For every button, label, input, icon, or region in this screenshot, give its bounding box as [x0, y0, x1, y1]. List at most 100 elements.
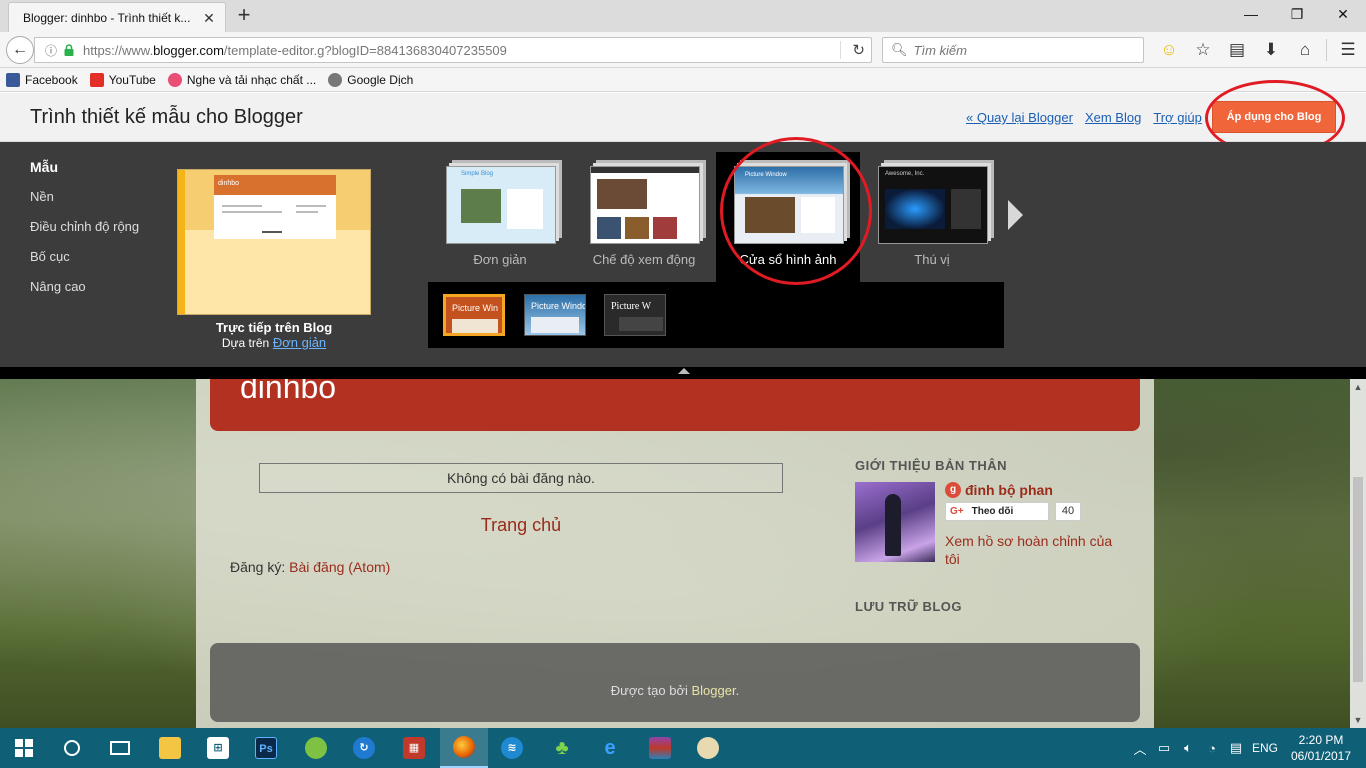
variant-1[interactable]: Picture Win: [443, 294, 505, 336]
preview-line: [262, 231, 282, 233]
preview-scrollbar[interactable]: ▲ ▼: [1350, 379, 1366, 728]
preview-line: [296, 211, 318, 213]
toolbar-separator: [1326, 39, 1327, 61]
menu-hamburger-icon[interactable]: ☰: [1331, 38, 1365, 62]
home-link[interactable]: Trang chủ: [259, 515, 783, 536]
search-taskbar-button[interactable]: [48, 728, 96, 768]
view-blog-link[interactable]: Xem Blog: [1085, 110, 1141, 125]
taskbar-refresh-app[interactable]: ↻: [340, 728, 388, 768]
search-input[interactable]: [913, 42, 1134, 58]
url-text[interactable]: https://www.blogger.com/template-editor.…: [83, 43, 507, 58]
bookmark-facebook[interactable]: Facebook: [6, 72, 78, 87]
sidebar-item-background[interactable]: Nền: [30, 188, 139, 218]
scroll-up-icon[interactable]: ▲: [1350, 379, 1366, 395]
youtube-icon: [89, 72, 104, 87]
minimize-icon[interactable]: —: [1228, 0, 1274, 30]
variant-page: [531, 317, 579, 333]
thumbnail-photo: [885, 189, 945, 229]
annotation-circle-template: [720, 137, 872, 285]
back-arrow-icon[interactable]: ←: [6, 36, 34, 64]
blog-title[interactable]: dinhbo: [240, 379, 336, 406]
template-simple[interactable]: Simple Blog Đơn giản: [428, 152, 572, 282]
notification-icon[interactable]: ▤: [1224, 740, 1248, 756]
blog-preview: dinhbo Không có bài đăng nào. Trang chủ …: [0, 379, 1366, 728]
chevron-up-icon[interactable]: ︿: [1128, 739, 1152, 758]
sidebar-item-templates[interactable]: Mẫu: [30, 158, 139, 188]
taskbar-photoshop[interactable]: Ps: [242, 728, 290, 768]
thumbnail-photo: [625, 217, 649, 239]
bookmark-label: Facebook: [25, 72, 78, 87]
bookmark-youtube[interactable]: YouTube: [89, 72, 156, 87]
browser-tab-blogger[interactable]: Blogger: dinhbo - Trình thiết k... ✕: [8, 2, 226, 32]
profile-name-link[interactable]: đinh bộ phan: [965, 482, 1053, 498]
next-templates-arrow-icon[interactable]: [1008, 200, 1023, 230]
firefox-icon: [453, 736, 475, 758]
template-awesome-inc[interactable]: Awesome, Inc. Thú vị: [860, 152, 1004, 282]
volume-mute-icon[interactable]: 🔈︎: [1176, 740, 1200, 756]
reading-list-icon[interactable]: ▤: [1220, 38, 1254, 62]
variant-3[interactable]: Picture W: [604, 294, 666, 336]
info-icon[interactable]: ⓘ: [43, 42, 59, 59]
help-link[interactable]: Trợ giúp: [1153, 110, 1202, 125]
taskbar-paint[interactable]: [684, 728, 732, 768]
window-close-icon[interactable]: ✕: [1320, 0, 1366, 30]
bookmark-star-icon[interactable]: ☆: [1186, 38, 1220, 62]
thumbnail-bar: [591, 167, 699, 173]
bookmark-label: Google Dịch: [347, 72, 414, 87]
bookmark-google-translate[interactable]: Google Dịch: [328, 72, 414, 87]
taskbar-clover[interactable]: ♣: [538, 728, 586, 768]
taskbar-app-red[interactable]: ▦: [390, 728, 438, 768]
scroll-down-icon[interactable]: ▼: [1350, 712, 1366, 728]
taskbar-edge[interactable]: e: [586, 728, 634, 768]
taskbar-winrar[interactable]: [636, 728, 684, 768]
variant-page: [452, 319, 498, 333]
reload-icon[interactable]: ↻: [852, 41, 865, 59]
scroll-thumb[interactable]: [1353, 477, 1363, 682]
subscribe-line: Đăng ký: Bài đăng (Atom): [230, 559, 390, 575]
download-icon[interactable]: ⬇: [1254, 38, 1288, 62]
template-variants: Picture Win Picture Window Picture W: [428, 282, 1004, 348]
taskbar-file-explorer[interactable]: [146, 728, 194, 768]
restore-icon[interactable]: ❐: [1274, 0, 1320, 30]
subscribe-atom-link[interactable]: Bài đăng (Atom): [289, 559, 390, 575]
windows-logo-icon: [15, 739, 33, 757]
based-on-link[interactable]: Đơn giản: [273, 335, 326, 350]
taskbar-firefox[interactable]: [440, 728, 488, 768]
footer-prefix: Được tạo bởi: [610, 683, 688, 698]
live-preview-thumbnail[interactable]: dinhbo: [177, 169, 371, 315]
avatar[interactable]: [855, 482, 935, 562]
template-dynamic-views[interactable]: Chế độ xem động: [572, 152, 716, 282]
start-button[interactable]: [0, 728, 48, 768]
search-bar[interactable]: 🔍︎: [882, 37, 1144, 63]
template-label: Đơn giản: [473, 252, 527, 267]
bookmark-label: YouTube: [108, 72, 156, 87]
sidebar-item-layout[interactable]: Bố cục: [30, 248, 139, 278]
footer-blogger-link[interactable]: Blogger.: [691, 683, 739, 698]
new-tab-icon[interactable]: +: [232, 4, 256, 28]
close-tab-icon[interactable]: ✕: [201, 10, 217, 26]
extension-icon[interactable]: ☺: [1152, 38, 1186, 62]
view-full-profile-link[interactable]: Xem hồ sơ hoàn chỉnh của tôi: [945, 532, 1125, 568]
designer-header: Trình thiết kế mẫu cho Blogger « Quay lạ…: [0, 93, 1366, 142]
sidebar-item-adjust-width[interactable]: Điều chỉnh độ rộng: [30, 218, 139, 248]
variant-2[interactable]: Picture Window: [524, 294, 586, 336]
bookmark-music[interactable]: Nghe và tải nhạc chất ...: [167, 72, 316, 87]
language-indicator[interactable]: ENG: [1248, 741, 1282, 755]
designer-panel: Mẫu Nền Điều chỉnh độ rộng Bố cục Nâng c…: [0, 142, 1366, 367]
battery-icon[interactable]: ▭: [1152, 740, 1176, 756]
template-thumbnail: [590, 166, 700, 244]
taskbar-coccoc[interactable]: [292, 728, 340, 768]
taskbar-store[interactable]: ⊞: [194, 728, 242, 768]
sidebar-item-advanced[interactable]: Nâng cao: [30, 278, 139, 308]
task-view-button[interactable]: [96, 728, 144, 768]
preview-line: [296, 205, 326, 207]
home-icon[interactable]: ⌂: [1288, 38, 1322, 62]
url-bar[interactable]: ⓘ https://www.blogger.com/template-edito…: [34, 37, 872, 63]
back-to-blogger-link[interactable]: « Quay lại Blogger: [966, 110, 1073, 125]
header-links: « Quay lại Blogger Xem Blog Trợ giúp: [966, 110, 1214, 125]
follow-button[interactable]: G+ Theo dõi: [945, 502, 1049, 521]
network-icon[interactable]: ◔: [1200, 741, 1224, 756]
page-title: Trình thiết kế mẫu cho Blogger: [30, 106, 303, 128]
taskbar-wifi-app[interactable]: ≋: [488, 728, 536, 768]
clock[interactable]: 2:20 PM 06/01/2017: [1286, 732, 1356, 764]
